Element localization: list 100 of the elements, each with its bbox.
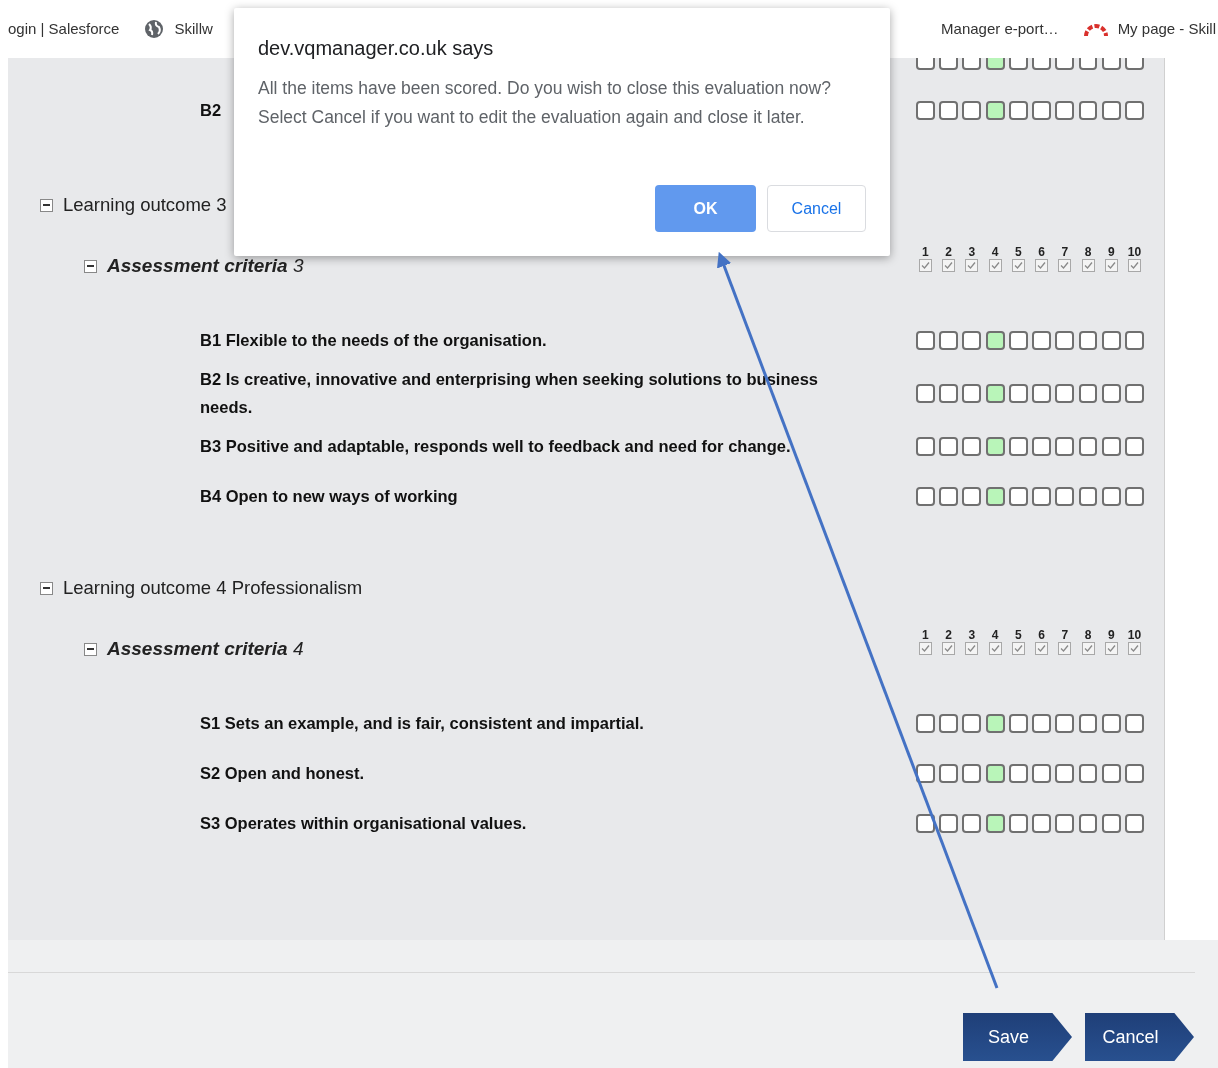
score-box[interactable] (962, 383, 982, 403)
footer-button[interactable]: Cancel (1085, 1013, 1194, 1061)
score-box[interactable] (1125, 713, 1144, 733)
checkbox[interactable] (965, 642, 979, 655)
score-box[interactable] (916, 100, 935, 120)
score-box[interactable] (1078, 330, 1098, 350)
score-box[interactable] (916, 383, 935, 403)
score-box[interactable] (1101, 436, 1121, 456)
score-box[interactable] (1078, 486, 1098, 506)
checkbox[interactable] (1104, 259, 1118, 272)
score-box[interactable] (962, 436, 982, 456)
bookmark-link[interactable]: Skillw (144, 17, 213, 41)
score-box[interactable] (1055, 486, 1075, 506)
score-box[interactable] (916, 713, 935, 733)
score-box[interactable] (962, 330, 982, 350)
score-box[interactable] (1078, 813, 1098, 833)
score-box[interactable] (939, 330, 959, 350)
checkbox[interactable] (942, 642, 956, 655)
score-box[interactable] (1032, 763, 1051, 783)
score-box[interactable] (1101, 100, 1121, 120)
checkbox[interactable] (942, 259, 956, 272)
score-box[interactable] (1078, 383, 1098, 403)
score-box[interactable] (1078, 436, 1098, 456)
score-box[interactable] (985, 813, 1005, 833)
score-box[interactable] (962, 763, 982, 783)
score-box[interactable] (1101, 763, 1121, 783)
score-box[interactable] (1101, 713, 1121, 733)
score-box[interactable] (1032, 486, 1051, 506)
score-box[interactable] (1008, 813, 1028, 833)
score-box[interactable] (1125, 813, 1144, 833)
score-box[interactable] (916, 330, 935, 350)
score-box[interactable] (939, 486, 959, 506)
checkbox[interactable] (1104, 642, 1118, 655)
checkbox[interactable] (1011, 259, 1025, 272)
score-box[interactable] (985, 100, 1005, 120)
score-box[interactable] (1032, 436, 1051, 456)
score-box[interactable] (985, 383, 1005, 403)
score-box[interactable] (1055, 763, 1075, 783)
collapse-toggle-icon[interactable] (40, 198, 53, 212)
score-box[interactable] (939, 100, 959, 120)
checkbox[interactable] (1058, 642, 1072, 655)
bookmark-link[interactable]: My page - Skill (1083, 17, 1216, 41)
collapse-toggle-icon[interactable] (84, 259, 97, 273)
score-box[interactable] (1032, 813, 1051, 833)
score-box[interactable] (939, 713, 959, 733)
score-box[interactable] (1008, 763, 1028, 783)
score-box[interactable] (1055, 100, 1075, 120)
checkbox[interactable] (1011, 642, 1025, 655)
checkbox[interactable] (1035, 642, 1049, 655)
score-box[interactable] (1125, 436, 1144, 456)
score-box[interactable] (1055, 813, 1075, 833)
checkbox[interactable] (918, 642, 932, 655)
score-box[interactable] (939, 383, 959, 403)
score-box[interactable] (985, 330, 1005, 350)
checkbox[interactable] (988, 259, 1002, 272)
checkbox[interactable] (1128, 642, 1142, 655)
score-box[interactable] (1032, 100, 1051, 120)
score-box[interactable] (1008, 713, 1028, 733)
score-box[interactable] (939, 763, 959, 783)
score-box[interactable] (916, 813, 935, 833)
score-box[interactable] (1101, 383, 1121, 403)
score-box[interactable] (916, 763, 935, 783)
cancel-button[interactable]: Cancel (767, 185, 866, 232)
score-box[interactable] (916, 436, 935, 456)
score-box[interactable] (1125, 100, 1144, 120)
score-box[interactable] (985, 436, 1005, 456)
score-box[interactable] (985, 763, 1005, 783)
checkbox[interactable] (988, 642, 1002, 655)
score-box[interactable] (1101, 486, 1121, 506)
score-box[interactable] (1078, 100, 1098, 120)
score-box[interactable] (1055, 713, 1075, 733)
checkbox[interactable] (1081, 642, 1095, 655)
score-box[interactable] (1101, 330, 1121, 350)
checkbox[interactable] (1035, 259, 1049, 272)
score-box[interactable] (939, 813, 959, 833)
checkbox[interactable] (1058, 259, 1072, 272)
score-box[interactable] (1008, 100, 1028, 120)
score-box[interactable] (985, 713, 1005, 733)
score-box[interactable] (1008, 436, 1028, 456)
score-box[interactable] (1055, 436, 1075, 456)
score-box[interactable] (1032, 330, 1051, 350)
score-box[interactable] (1125, 330, 1144, 350)
score-box[interactable] (1032, 713, 1051, 733)
score-box[interactable] (1032, 383, 1051, 403)
score-box[interactable] (1125, 486, 1144, 506)
score-box[interactable] (985, 486, 1005, 506)
score-box[interactable] (1125, 763, 1144, 783)
score-box[interactable] (962, 813, 982, 833)
score-box[interactable] (1078, 763, 1098, 783)
score-box[interactable] (1125, 383, 1144, 403)
checkbox[interactable] (965, 259, 979, 272)
score-box[interactable] (1101, 813, 1121, 833)
score-box[interactable] (916, 486, 935, 506)
checkbox[interactable] (1128, 259, 1142, 272)
footer-button[interactable]: Save (963, 1013, 1072, 1061)
checkbox[interactable] (918, 259, 932, 272)
score-box[interactable] (1008, 383, 1028, 403)
collapse-toggle-icon[interactable] (84, 642, 97, 656)
collapse-toggle-icon[interactable] (40, 581, 53, 595)
bookmark-link[interactable]: Manager e-port… (941, 17, 1059, 41)
